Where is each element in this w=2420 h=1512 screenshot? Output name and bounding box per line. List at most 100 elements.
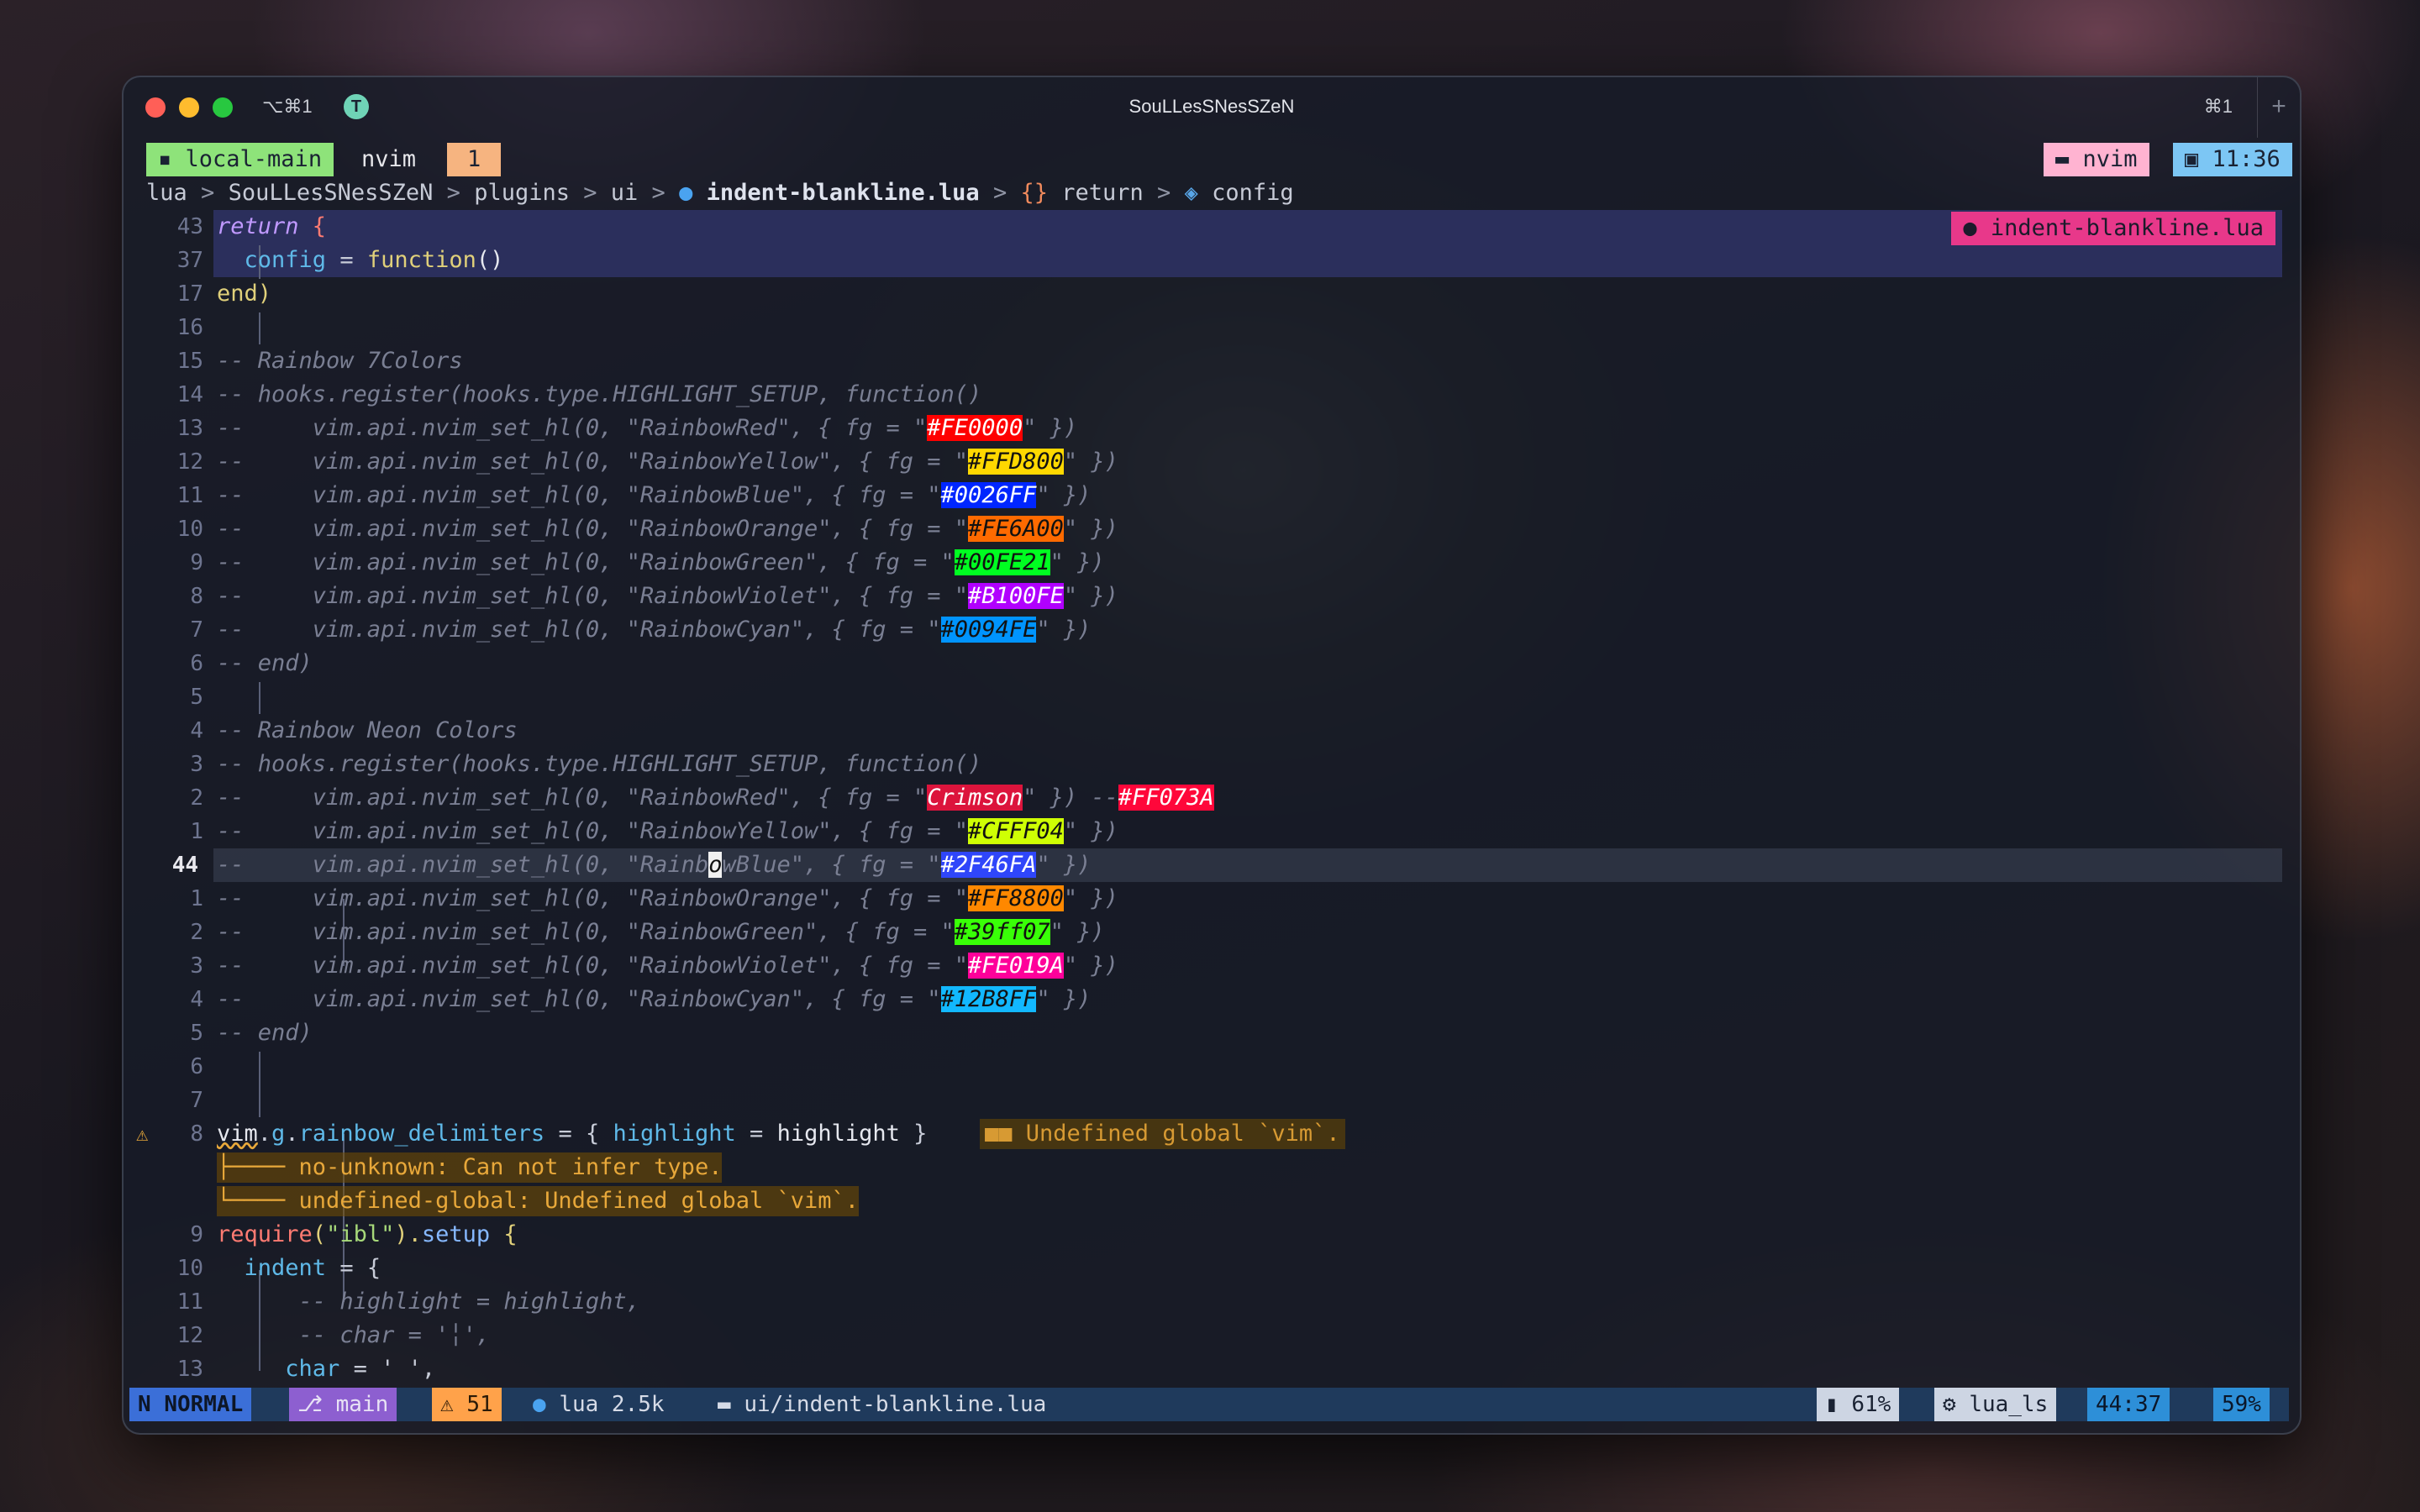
crumb-ui[interactable]: ui: [611, 180, 639, 206]
line-number: 6: [190, 1054, 203, 1079]
line-number: 11: [176, 483, 203, 508]
neovim-icon: N: [138, 1392, 165, 1417]
code-line: end): [217, 281, 272, 307]
tmux-clock: ▣ 11:36: [2173, 143, 2292, 176]
folder-icon: ▬: [718, 1392, 744, 1417]
line-number: 8: [190, 584, 203, 609]
lua-file-icon: ●: [679, 180, 707, 206]
code-line: -- end): [217, 650, 313, 676]
color-swatch: #CFFF04: [968, 818, 1064, 844]
line-number: 3: [190, 752, 203, 777]
line-number: 13: [176, 1357, 203, 1382]
line-number: 9: [190, 1222, 203, 1247]
gear-icon: ⚙: [1943, 1392, 1970, 1417]
line-number: 17: [176, 281, 203, 307]
color-swatch: #FF073A: [1118, 785, 1214, 811]
line-number: 2: [190, 785, 203, 811]
cube-icon: ◈: [1184, 180, 1213, 206]
code-line: indent = {: [244, 1255, 381, 1281]
code-line: -- char = '╎',: [298, 1322, 491, 1348]
code-line: -- vim.api.nvim_set_hl(0, "RainbowViolet…: [217, 583, 1118, 609]
mode-indicator: N NORMAL: [129, 1388, 252, 1421]
tmux-window-number[interactable]: 1: [447, 143, 502, 176]
tmux-session[interactable]: ▪ local-main: [146, 143, 334, 176]
line-number: 5: [190, 685, 203, 710]
crumb-config[interactable]: config: [1212, 180, 1294, 206]
code-line: -- vim.api.nvim_set_hl(0, "RainbowBlue",…: [217, 482, 1092, 508]
title-bar: ⌥⌘1 T SouLLesSNesSZeN ⌘1 +: [124, 77, 2300, 138]
color-swatch: #2F46FA: [940, 852, 1037, 878]
line-number: 6: [190, 651, 203, 676]
indent-guide: [259, 682, 260, 714]
code-line: -- Rainbow Neon Colors: [217, 717, 518, 743]
line-number: 37: [176, 248, 203, 273]
statusline: N NORMAL ⎇ main ⚠ 51 ● lua 2.5k ▬ ui/ind…: [129, 1388, 2289, 1421]
diagnostic-line: └──── undefined-global: Undefined global…: [217, 1186, 860, 1216]
code-line: require("ibl").setup {: [217, 1221, 518, 1247]
code-line: -- hooks.register(hooks.type.HIGHLIGHT_S…: [217, 381, 982, 407]
folder-icon: ▬: [2055, 146, 2083, 172]
line-number: 12: [176, 449, 203, 475]
line-number: 4: [190, 987, 203, 1012]
color-swatch: #B100FE: [968, 583, 1064, 609]
winbar-breadcrumb: lua > SouLLesSNesSZeN > plugins > ui > ●…: [146, 180, 1294, 206]
code-line: -- Rainbow 7Colors: [217, 348, 463, 374]
crumb-file[interactable]: indent-blankline.lua: [707, 180, 980, 206]
calendar-icon: ▣: [2185, 146, 2212, 172]
code-line: -- vim.api.nvim_set_hl(0, "RainbowYellow…: [217, 449, 1118, 475]
window-title: SouLLesSNesSZeN: [1128, 96, 1295, 117]
color-swatch: #FE019A: [968, 953, 1064, 979]
line-number: 5: [190, 1021, 203, 1046]
code-line: -- vim.api.nvim_set_hl(0, "RainbowRed", …: [217, 415, 1078, 441]
code-line: -- vim.api.nvim_set_hl(0, "RainbowGreen"…: [217, 919, 1105, 945]
color-swatch: #0094FE: [940, 617, 1037, 643]
line-number: 16: [176, 315, 203, 340]
terminal-icon: ▪: [158, 146, 186, 172]
code-line: -- hooks.register(hooks.type.HIGHLIGHT_S…: [217, 751, 982, 777]
code-line: -- vim.api.nvim_set_hl(0, "RainbowCyan",…: [217, 617, 1092, 643]
tmux-window-name[interactable]: nvim: [350, 143, 428, 176]
code-line: -- highlight = highlight,: [298, 1289, 640, 1315]
line-number: 9: [190, 550, 203, 575]
color-swatch: #0026FF: [940, 482, 1037, 508]
diagnostic-count[interactable]: ⚠ 51: [432, 1388, 502, 1421]
line-number: 13: [176, 416, 203, 441]
crumb-lua[interactable]: lua: [146, 180, 187, 206]
indent-guide: [259, 1052, 260, 1117]
filetype-size: ● lua 2.5k: [533, 1392, 665, 1417]
editor-buffer[interactable]: ● indent-blankline.lua 43 return { 37 co…: [129, 210, 2289, 1382]
color-swatch: #FE0000: [927, 415, 1023, 441]
code-line: -- vim.api.nvim_set_hl(0, "RainbowOrange…: [217, 516, 1118, 542]
file-path: ▬ ui/indent-blankline.lua: [718, 1392, 1047, 1417]
color-swatch: #12B8FF: [940, 986, 1037, 1012]
diagnostic-virtual-text: ■■ Undefined global `vim`.: [980, 1119, 1345, 1149]
lua-file-icon: ●: [1963, 215, 1991, 241]
line-number: 11: [176, 1289, 203, 1315]
line-number: 3: [190, 953, 203, 979]
color-swatch: #FE6A00: [968, 516, 1064, 542]
new-tab-plus-icon[interactable]: +: [2257, 77, 2300, 138]
scroll-percent: 59%: [2213, 1388, 2270, 1421]
line-number: 15: [176, 349, 203, 374]
text-cursor: o: [708, 852, 723, 878]
cursor-position: 44:37: [2087, 1388, 2170, 1421]
crumb-soul[interactable]: SouLLesSNesSZeN: [229, 180, 434, 206]
code-line: -- vim.api.nvim_set_hl(0, "RainbowViolet…: [217, 953, 1118, 979]
color-swatch: #FFD800: [968, 449, 1064, 475]
code-line: config = function(): [244, 247, 504, 273]
lsp-status[interactable]: ⚙ lua_ls: [1934, 1388, 2057, 1421]
crumb-return[interactable]: return: [1061, 180, 1144, 206]
code-line: -- vim.api.nvim_set_hl(0, "RainbowCyan",…: [217, 986, 1092, 1012]
code-line-current: -- vim.api.nvim_set_hl(0, "RainbowBlue",…: [217, 852, 1092, 878]
git-branch[interactable]: ⎇ main: [289, 1388, 397, 1421]
line-number: 7: [190, 1088, 203, 1113]
terminal-area[interactable]: ▪ local-main nvim 1 ▬ nvim ▣ 11:36 lua >…: [129, 143, 2292, 1425]
line-number: 10: [176, 1256, 203, 1281]
line-number: 12: [176, 1323, 203, 1348]
line-number: 8: [190, 1121, 203, 1147]
crumb-plugins[interactable]: plugins: [474, 180, 570, 206]
indent-guide: [259, 312, 260, 344]
color-swatch: Crimson: [927, 785, 1023, 811]
current-line-number: 44: [171, 853, 198, 878]
code-line: char = ' ',: [285, 1356, 436, 1382]
